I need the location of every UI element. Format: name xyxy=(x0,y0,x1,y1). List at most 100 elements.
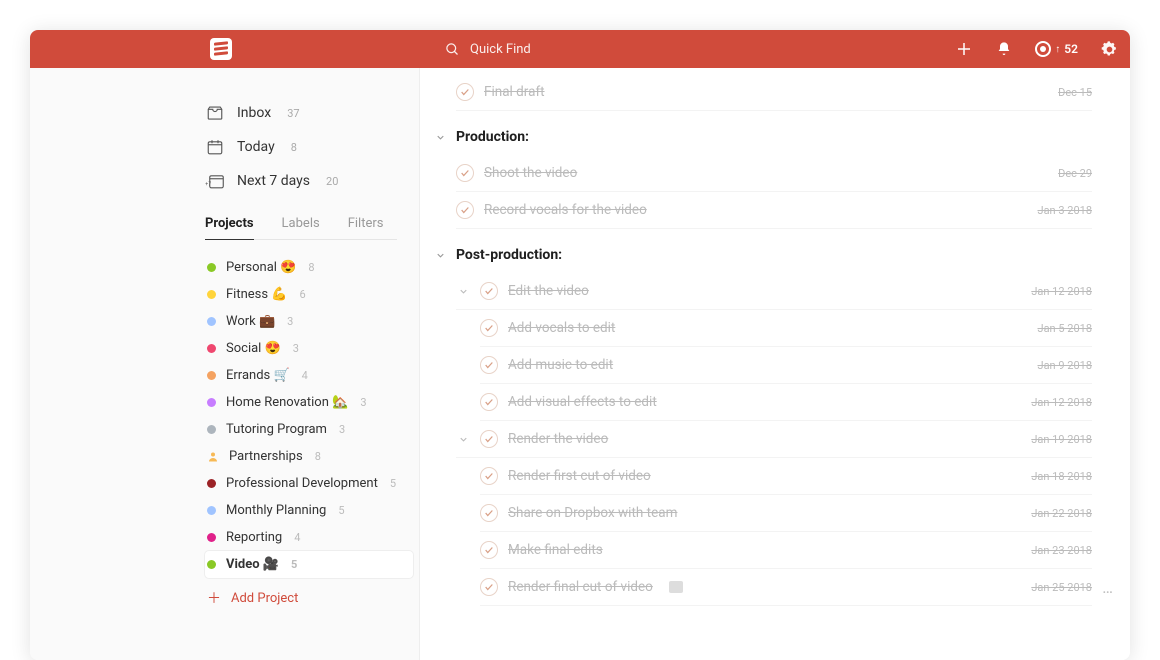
task-date: Jan 18 2018 xyxy=(1031,470,1092,483)
project-color-dot xyxy=(207,344,216,353)
nav-today-label: Today xyxy=(237,139,275,155)
today-icon xyxy=(205,137,225,157)
tab-projects[interactable]: Projects xyxy=(205,216,254,240)
task-checkbox[interactable] xyxy=(480,282,498,300)
more-actions-icon[interactable]: … xyxy=(1102,578,1114,597)
task-row[interactable]: Final draft Dec 15 xyxy=(456,74,1092,111)
karma-points: 52 xyxy=(1064,42,1078,56)
plus-icon xyxy=(955,40,973,58)
task-checkbox[interactable] xyxy=(480,356,498,374)
chevron-down-icon[interactable] xyxy=(432,129,448,145)
tab-labels[interactable]: Labels xyxy=(282,216,320,239)
add-project-button[interactable]: ＋ Add Project xyxy=(205,578,419,618)
task-row[interactable]: Make final editsJan 23 2018 xyxy=(480,532,1092,569)
nav-today-count: 8 xyxy=(291,141,297,154)
task-checkbox[interactable] xyxy=(480,319,498,337)
project-count: 8 xyxy=(308,261,314,274)
project-label: Monthly Planning xyxy=(226,503,326,518)
section: Post-production:Edit the videoJan 12 201… xyxy=(432,247,1092,606)
search-box[interactable]: Quick Find xyxy=(445,30,531,68)
task-row[interactable]: Add music to editJan 9 2018 xyxy=(480,347,1092,384)
app-logo[interactable] xyxy=(210,38,232,60)
task-date: Jan 23 2018 xyxy=(1031,544,1092,557)
task-checkbox[interactable] xyxy=(480,541,498,559)
task-title: Share on Dropbox with team xyxy=(508,505,677,521)
project-label: Errands 🛒 xyxy=(226,368,290,383)
task-date: Jan 5 2018 xyxy=(1038,322,1093,335)
task-checkbox[interactable] xyxy=(456,201,474,219)
task-title: Edit the video xyxy=(508,283,589,299)
nav-next7-count: 20 xyxy=(326,175,338,188)
project-count: 5 xyxy=(390,477,396,490)
project-item[interactable]: Home Renovation 🏡3 xyxy=(205,389,413,416)
quick-add-button[interactable] xyxy=(955,40,973,58)
task-row[interactable]: Render first cut of video Jan 18 2018 xyxy=(480,458,1092,495)
task-checkbox[interactable] xyxy=(480,467,498,485)
task-row[interactable]: Edit the videoJan 12 2018 xyxy=(456,273,1092,310)
nav-inbox[interactable]: Inbox 37 xyxy=(205,96,419,130)
project-color-dot xyxy=(207,479,216,488)
settings-button[interactable] xyxy=(1100,40,1118,58)
chevron-down-icon[interactable] xyxy=(432,247,448,263)
project-label: Video 🎥 xyxy=(226,557,279,572)
project-list: Personal 😍8Fitness 💪6Work 💼3Social 😍3Err… xyxy=(205,254,419,578)
project-item[interactable]: Tutoring Program3 xyxy=(205,416,413,443)
project-label: Reporting xyxy=(226,530,282,545)
project-label: Work 💼 xyxy=(226,314,275,329)
task-title: Render first cut of video xyxy=(508,468,651,484)
project-item[interactable]: Work 💼 3 xyxy=(205,308,413,335)
task-title: Render final cut of video xyxy=(508,579,653,595)
inbox-icon xyxy=(205,103,225,123)
project-color-dot xyxy=(207,533,216,542)
task-date: Jan 12 2018 xyxy=(1031,396,1092,409)
project-label: Personal 😍 xyxy=(226,260,296,275)
sidebar: Inbox 37 Today 8 +7 Next 7 days 20 xyxy=(30,68,420,660)
task-title: Add visual effects to edit xyxy=(508,394,657,410)
task-checkbox[interactable] xyxy=(480,504,498,522)
nav-today[interactable]: Today 8 xyxy=(205,130,419,164)
project-item[interactable]: Monthly Planning 5 xyxy=(205,497,413,524)
section-header[interactable]: Post-production: xyxy=(432,247,1092,263)
project-item[interactable]: Reporting4 xyxy=(205,524,413,551)
plus-icon: ＋ xyxy=(207,588,221,608)
project-color-dot xyxy=(207,425,216,434)
task-row[interactable]: Render the videoJan 19 2018 xyxy=(456,421,1092,458)
task-checkbox[interactable] xyxy=(480,393,498,411)
chevron-down-icon[interactable] xyxy=(456,286,470,297)
task-row[interactable]: Add visual effects to edit Jan 12 2018 xyxy=(480,384,1092,421)
project-item[interactable]: Video 🎥5 xyxy=(205,551,413,578)
task-title: Final draft xyxy=(484,84,545,100)
comment-icon[interactable] xyxy=(669,581,683,593)
nav-next7[interactable]: +7 Next 7 days 20 xyxy=(205,164,419,198)
project-item[interactable]: Social 😍3 xyxy=(205,335,413,362)
task-row[interactable]: Share on Dropbox with teamJan 22 2018 xyxy=(480,495,1092,532)
karma-indicator[interactable]: ↑ 52 xyxy=(1035,41,1078,57)
body: Inbox 37 Today 8 +7 Next 7 days 20 xyxy=(30,68,1130,660)
task-checkbox[interactable] xyxy=(480,578,498,596)
task-row[interactable]: Shoot the videoDec 29 xyxy=(456,155,1092,192)
project-label: Tutoring Program xyxy=(226,422,327,437)
task-checkbox[interactable] xyxy=(456,164,474,182)
notifications-button[interactable] xyxy=(995,40,1013,58)
tab-filters[interactable]: Filters xyxy=(348,216,384,239)
section-header[interactable]: Production: xyxy=(432,129,1092,145)
project-item[interactable]: Professional Development5 xyxy=(205,470,413,497)
task-date: Dec 15 xyxy=(1058,86,1092,99)
project-count: 4 xyxy=(302,369,308,382)
project-item[interactable]: Errands 🛒 4 xyxy=(205,362,413,389)
task-row[interactable]: Record vocals for the videoJan 3 2018 xyxy=(456,192,1092,229)
project-item[interactable]: Personal 😍 8 xyxy=(205,254,413,281)
task-title: Record vocals for the video xyxy=(484,202,647,218)
project-color-dot xyxy=(207,560,216,569)
project-count: 3 xyxy=(287,315,293,328)
project-item[interactable]: Partnerships8 xyxy=(205,443,413,470)
chevron-down-icon[interactable] xyxy=(456,434,470,445)
task-checkbox[interactable] xyxy=(480,430,498,448)
task-checkbox[interactable] xyxy=(456,83,474,101)
logo-icon xyxy=(214,41,228,56)
task-row[interactable]: Add vocals to editJan 5 2018 xyxy=(480,310,1092,347)
project-item[interactable]: Fitness 💪6 xyxy=(205,281,413,308)
add-project-label: Add Project xyxy=(231,591,298,606)
project-count: 5 xyxy=(338,504,344,517)
task-row[interactable]: Render final cut of videoJan 25 2018… xyxy=(480,569,1092,606)
